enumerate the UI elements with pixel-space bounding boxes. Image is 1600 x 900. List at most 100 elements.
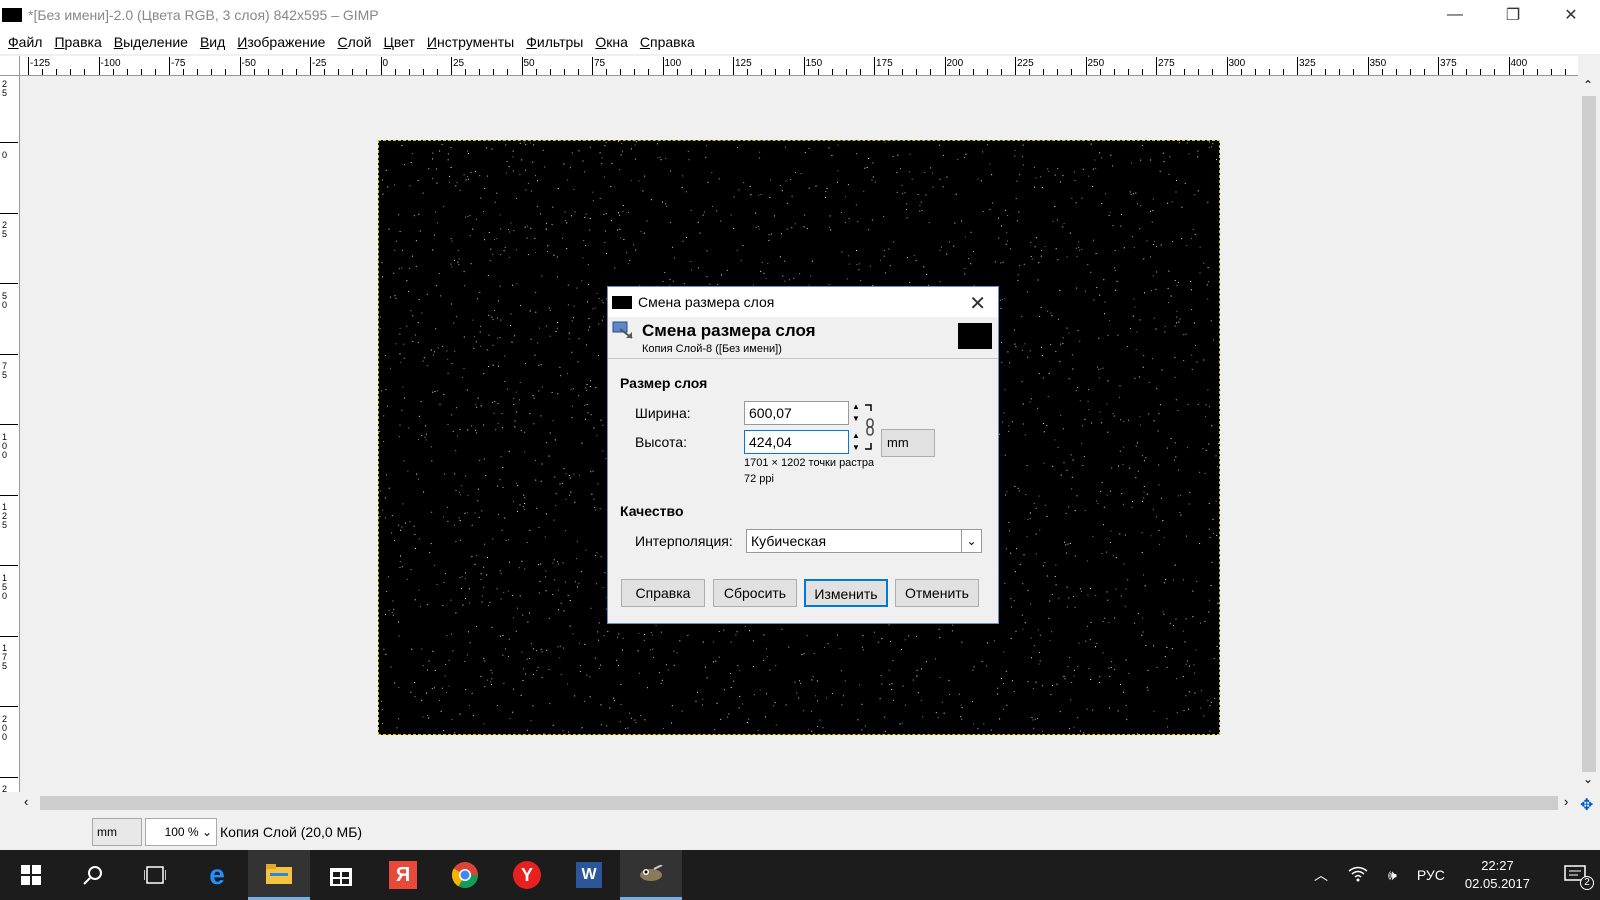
scroll-left-icon[interactable]: ‹	[24, 794, 28, 809]
navigate-icon[interactable]: ✥	[1580, 795, 1593, 815]
ruler-minor-tick	[154, 69, 156, 75]
vertical-scrollbar[interactable]: ⌃ ⌄	[1578, 76, 1600, 792]
language-indicator[interactable]: РУС	[1417, 867, 1445, 883]
interpolation-select[interactable]: Кубическая ⌄	[746, 529, 982, 553]
ruler-minor-tick	[930, 69, 932, 75]
menu-item-3[interactable]: Вид	[200, 34, 225, 50]
vruler-tick	[0, 283, 18, 284]
ruler-minor-tick	[1170, 69, 1172, 75]
ruler-minor-tick	[648, 69, 650, 75]
ruler-minor-tick	[366, 69, 368, 75]
vruler-label: 2 0 0	[2, 713, 8, 742]
wifi-icon[interactable]	[1348, 866, 1368, 885]
scale-button[interactable]: Изменить	[804, 579, 888, 607]
ruler-minor-tick	[916, 69, 918, 75]
chrome-icon[interactable]	[434, 850, 496, 900]
dialog-titlebar: Смена размера слоя ✕	[608, 287, 998, 317]
scroll-down-icon[interactable]: ⌄	[1583, 772, 1593, 786]
search-icon[interactable]	[62, 850, 124, 900]
status-unit-select[interactable]: mm	[92, 818, 142, 846]
maximize-button[interactable]: ❐	[1484, 0, 1542, 30]
vertical-scroll-thumb[interactable]	[1582, 96, 1596, 772]
ruler-label: 100	[664, 58, 682, 69]
reset-button[interactable]: Сбросить	[713, 579, 797, 607]
clock[interactable]: 22:27 02.05.2017	[1465, 857, 1530, 893]
height-label: Высота:	[635, 434, 687, 450]
ruler-minor-tick	[902, 69, 904, 75]
ruler-minor-tick	[408, 69, 410, 75]
yandex-icon[interactable]: Y	[496, 850, 558, 900]
yandex-browser-icon[interactable]: Я	[372, 850, 434, 900]
task-view-icon[interactable]	[124, 850, 186, 900]
menu-item-0[interactable]: Файл	[8, 34, 42, 50]
volume-icon[interactable]: 🕪	[1388, 867, 1397, 884]
height-spinner[interactable]: ▲ ▼	[851, 430, 861, 454]
ruler-minor-tick	[817, 69, 819, 75]
vruler-label: 1 5 0	[2, 572, 8, 601]
menu-item-1[interactable]: Правка	[54, 34, 101, 50]
status-zoom-select[interactable]: 100 % ⌄	[145, 818, 217, 846]
menu-item-7[interactable]: Инструменты	[427, 34, 514, 50]
menu-item-10[interactable]: Справка	[640, 34, 695, 50]
menu-item-9[interactable]: Окна	[595, 34, 628, 50]
menu-item-6[interactable]: Цвет	[384, 34, 415, 50]
cancel-button[interactable]: Отменить	[895, 579, 979, 607]
ruler-minor-tick	[634, 69, 636, 75]
horizontal-ruler[interactable]: -125 -100 -75 -50 -25 0 25 50 75 100 125 150 175 200 2…	[20, 56, 1578, 76]
width-input[interactable]: 600,07	[744, 401, 849, 425]
ruler-minor-tick	[70, 69, 72, 75]
system-tray: ︿ 🕪 РУС 22:27 02.05.2017 2	[1304, 850, 1600, 900]
status-bar: mm 100 % ⌄ Копия Слой (20,0 МБ)	[0, 814, 1600, 850]
menu-item-8[interactable]: Фильтры	[526, 34, 583, 50]
ruler-tick	[592, 57, 593, 75]
interpolation-label: Интерполяция:	[635, 533, 733, 549]
width-spinner[interactable]: ▲ ▼	[851, 401, 861, 425]
ruler-minor-tick	[1466, 69, 1468, 75]
vertical-ruler[interactable]: 2 5 0 2 5 5 0 7 5 1 0 0 1 2 5 1 5 0 1 7 5 2 0 0 2 …	[0, 76, 20, 792]
edge-browser-icon[interactable]: e	[186, 850, 248, 900]
window-controls: — ❐ ✕	[1426, 0, 1600, 30]
word-icon[interactable]: W	[558, 850, 620, 900]
vruler-tick	[0, 565, 18, 566]
ruler-label: 125	[735, 58, 752, 69]
minimize-button[interactable]: —	[1426, 0, 1484, 30]
scroll-up-icon[interactable]: ⌃	[1583, 78, 1593, 92]
menu-item-5[interactable]: Слой	[337, 34, 371, 50]
notification-center-icon[interactable]: 2	[1564, 864, 1594, 890]
ruler-tick	[98, 57, 100, 75]
file-explorer-icon[interactable]	[248, 850, 310, 900]
menu-bar: Файл Правка Выделение Вид Изображение Слой Цве…	[0, 30, 1600, 54]
horizontal-scrollbar[interactable]: ‹ ›	[20, 792, 1578, 814]
ruler-minor-tick	[1240, 69, 1242, 75]
menu-item-4[interactable]: Изображение	[237, 34, 325, 50]
help-button[interactable]: Справка	[621, 579, 705, 607]
zoom-value: 100 %	[164, 825, 199, 839]
ruler-label: 250	[1087, 58, 1105, 69]
ruler-minor-tick	[690, 69, 692, 75]
scroll-right-icon[interactable]: ›	[1564, 794, 1568, 809]
close-window-button[interactable]: ✕	[1542, 0, 1600, 30]
ruler-minor-tick	[859, 69, 861, 75]
ruler-minor-tick	[183, 69, 185, 75]
horizontal-scroll-thumb[interactable]	[40, 796, 1558, 810]
ruler-minor-tick	[1043, 69, 1045, 75]
chevron-up-icon[interactable]: ︿	[1314, 865, 1328, 885]
ruler-label: -100	[100, 58, 121, 69]
ruler-minor-tick	[958, 69, 960, 75]
height-input[interactable]: 424,04	[744, 430, 849, 454]
unit-select[interactable]: mm	[881, 429, 935, 457]
store-icon[interactable]	[310, 850, 372, 900]
ruler-minor-tick	[295, 69, 297, 75]
menu-item-2[interactable]: Выделение	[114, 34, 188, 50]
ruler-label: 50	[523, 58, 535, 69]
ruler-tick	[662, 57, 664, 75]
ruler-minor-tick	[1409, 69, 1411, 75]
ruler-minor-tick	[394, 69, 396, 75]
dialog-close-icon[interactable]: ✕	[969, 291, 986, 316]
chain-link-icon[interactable]	[863, 403, 875, 451]
ruler-corner-button[interactable]	[0, 56, 20, 76]
windows-start-icon[interactable]	[0, 850, 62, 900]
ruler-minor-tick	[1480, 69, 1482, 75]
gimp-taskbar-icon[interactable]	[620, 850, 682, 900]
ruler-tick	[1367, 57, 1369, 75]
